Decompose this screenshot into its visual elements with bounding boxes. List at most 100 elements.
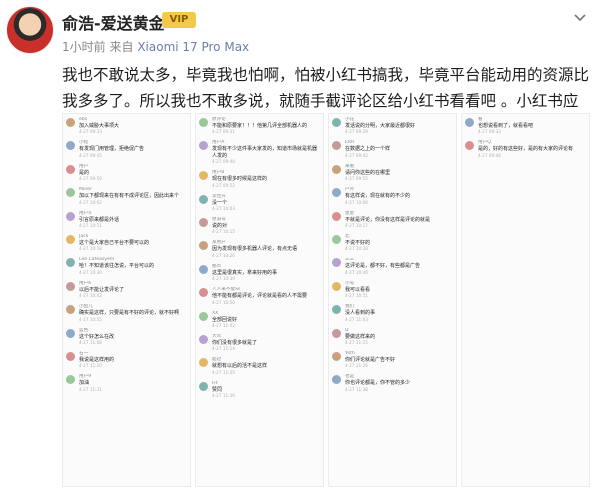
- comment-time: 4-27 10:03: [212, 206, 235, 212]
- post-time: 1小时前: [62, 40, 106, 54]
- comment-time: 4-27 10:39: [212, 276, 235, 282]
- comment-item: 星星 不就是评论，你没有这样是评论的就是 4-27 10:17: [329, 208, 456, 231]
- avatar[interactable]: [6, 6, 54, 54]
- comment-time: 4-27 10:55: [79, 316, 102, 322]
- comment-time: 4-27 10:26: [212, 252, 235, 258]
- comment-time: 4-27 10:42: [79, 293, 102, 299]
- comment-item: Leo Cafeasyem 哈！不知道该往怎说，平台可以的 4-27 10:30: [63, 254, 190, 277]
- comment-time: 4-27 09:33: [478, 129, 501, 135]
- chevron-down-icon[interactable]: [570, 10, 590, 30]
- comment-time: 4-27 11:25: [212, 369, 235, 375]
- comment-time: 4-27 10:11: [79, 223, 102, 229]
- comment-time: 4-27 10:17: [345, 223, 368, 229]
- comment-time: 4-27 10:50: [212, 299, 235, 305]
- comment-avatar: [66, 352, 75, 362]
- post-source[interactable]: Xiaomi 17 Pro Max: [137, 40, 249, 54]
- comment-text: 是的，好的有这些好，是的有大家的评论有: [478, 146, 574, 153]
- comment-avatar: [199, 194, 208, 204]
- comment-time: 4-27 10:02: [79, 199, 102, 205]
- comment-avatar: [66, 375, 75, 385]
- comment-time: 4-27 09:55: [345, 176, 368, 182]
- comment-item: 蓝色 这个好怎么在改 4-27 11:08: [63, 325, 190, 348]
- comment-text: 加以下都现来在有有不成评论区，因此出来个: [79, 193, 180, 200]
- comment-avatar: [199, 335, 208, 345]
- comment-time: 4-27 09:40: [212, 159, 235, 165]
- comment-avatar: [199, 264, 208, 274]
- comment-avatar: [332, 118, 341, 127]
- comment-time: 4-27 10:18: [79, 246, 102, 252]
- comment-avatar: [199, 241, 208, 251]
- comment-time: 4-27 11:38: [345, 386, 368, 392]
- comment-item: Yeth 你们评论就是广告不好 4-27 11:26: [329, 348, 456, 371]
- comment-avatar: [199, 311, 208, 321]
- comment-avatar: [199, 171, 208, 181]
- comment-item: 人人来不能Ss 他不能有都是评论，评论就是看的人不需要 4-27 10:50: [196, 284, 323, 307]
- comment-item: 用户Q 是的，好的有这些好，是的有大家的评论有 4-27 09:46: [462, 137, 589, 160]
- comment-time: 4-27 10:51: [345, 293, 368, 299]
- comment-avatar: [199, 358, 208, 368]
- comment-avatar: [66, 164, 75, 174]
- screenshot-image[interactable]: 看也想说看到了，就看看吧 4-27 09:33 用户Q 是的，好的有这些好，是的有大家…: [461, 113, 590, 487]
- comment-item: 小花 发话说的分明，大家最近都很好 4-27 09:29: [329, 114, 456, 137]
- comment-avatar: [199, 288, 208, 298]
- comment-time: 4-27 11:03: [345, 316, 368, 322]
- comment-item: Jack 这个是大家自己平台不要可以的 4-27 10:18: [63, 231, 190, 254]
- comment-item: 用户B 现在有很多时候是这样的 4-27 09:52: [196, 167, 323, 190]
- comment-item: 都市 这里是很真实，拿来好用的事 4-27 10:39: [196, 261, 323, 284]
- comment-item: Miner 加以下都现来在有有不成评论区，因此出来个 4-27 10:02: [63, 184, 190, 207]
- comment-time: 4-27 09:46: [478, 152, 501, 158]
- comment-time: 4-27 09:42: [345, 152, 368, 158]
- comment-avatar: [66, 235, 75, 245]
- comment-time: 4-27 10:06: [345, 199, 368, 205]
- screenshot-image[interactable]: 小花 发话说的分明，大家最近都很好 4-27 09:29 ERR 在数据之上的一个样 4-…: [328, 113, 457, 487]
- comment-time: 4-27 10:28: [345, 246, 368, 252]
- comment-avatar: [332, 235, 341, 245]
- comment-text: 确实是这样，只要是有不好的评论，就不好啊: [79, 310, 180, 317]
- comment-time: 4-27 11:31: [79, 386, 102, 392]
- comment-avatar: [332, 281, 341, 291]
- comment-item: 户外 有这样说，现在就有的不少的 4-27 10:06: [329, 184, 456, 207]
- comment-avatar: [465, 141, 474, 151]
- comment-time: 4-27 10:30: [79, 269, 102, 275]
- comment-avatar: [66, 188, 75, 198]
- comment-avatar: [66, 305, 75, 315]
- comment-time: 4-27 09:33: [79, 129, 102, 135]
- comment-time: 4-27 11:36: [212, 393, 235, 399]
- comment-avatar: [332, 211, 341, 221]
- comment-item: 北不说不好的 4-27 10:28: [329, 231, 456, 254]
- post-header: 俞浩-爱送黄金 VIP 1小时前 来自 Xiaomi 17 Pro Max: [0, 0, 600, 60]
- comment-item: 用户 是的 4-27 09:50: [63, 161, 190, 184]
- comment-item: 小号 我可以看看 4-27 10:51: [329, 278, 456, 301]
- comment-avatar: [332, 258, 341, 268]
- screenshot-image[interactable]: 原评论 不能和原要家！！！他第几评全部机器人的 4-27 09:31 用户A 发现有不少…: [195, 113, 324, 487]
- comment-item: 某用户 因为发现有很多机器人评论，有点无语 4-27 10:26: [196, 237, 323, 260]
- user-name[interactable]: 俞浩-爱送黄金: [62, 10, 165, 34]
- comment-list: 小花 发话说的分明，大家最近都很好 4-27 09:29 ERR 在数据之上的一个样 4-…: [329, 114, 456, 395]
- comment-item: D 要做这样来的 4-27 11:15: [329, 325, 456, 348]
- comment-avatar: [332, 305, 341, 315]
- comment-time: 4-27 11:20: [79, 363, 102, 369]
- comment-time: 4-27 11:15: [345, 340, 368, 346]
- comment-time: 4-27 09:31: [212, 129, 235, 135]
- post-meta: 1小时前 来自 Xiaomi 17 Pro Max: [62, 38, 249, 55]
- screenshot-image[interactable]: ebs 加入威胁大事项大 4-27 09:33 小程 有发现门用管理，拒绝促广告 4-27…: [62, 113, 191, 487]
- comment-avatar: [332, 352, 341, 362]
- comment-item: 用户6 以后不能让发评论了 4-27 10:42: [63, 278, 190, 301]
- comment-time: 4-27 09:29: [345, 129, 368, 135]
- comment-time: 4-27 11:02: [212, 323, 235, 329]
- comment-list: 原评论 不能和原要家！！！他第几评全部机器人的 4-27 09:31 用户A 发现有不少…: [196, 114, 323, 401]
- comment-list: ebs 加入威胁大事项大 4-27 09:33 小程 有发现门用管理，拒绝促广告 4-27…: [63, 114, 190, 395]
- comment-item: 看也想说看到了，就看看吧 4-27 09:33: [462, 114, 589, 137]
- comment-item: XX 全部回说好 4-27 11:02: [196, 308, 323, 331]
- comment-item: 原评论 不能和原要家！！！他第几评全部机器人的 4-27 09:31: [196, 114, 323, 137]
- comment-time: 4-27 11:14: [212, 346, 235, 352]
- comment-item: 来看 请问你这些的在哪里 4-27 09:55: [329, 161, 456, 184]
- comment-item: 李佳卉 没一个 4-27 10:03: [196, 191, 323, 214]
- comment-time: 4-27 10:15: [212, 229, 235, 235]
- comment-avatar: [199, 381, 208, 391]
- comment-time: 4-27 10:40: [345, 269, 368, 275]
- comment-item: 三三 这评论是，都不好，有些都是广告 4-27 10:40: [329, 254, 456, 277]
- comment-avatar: [199, 118, 208, 127]
- comment-avatar: [332, 188, 341, 198]
- comment-item: 用户4 引言原来都是外话 4-27 10:11: [63, 208, 190, 231]
